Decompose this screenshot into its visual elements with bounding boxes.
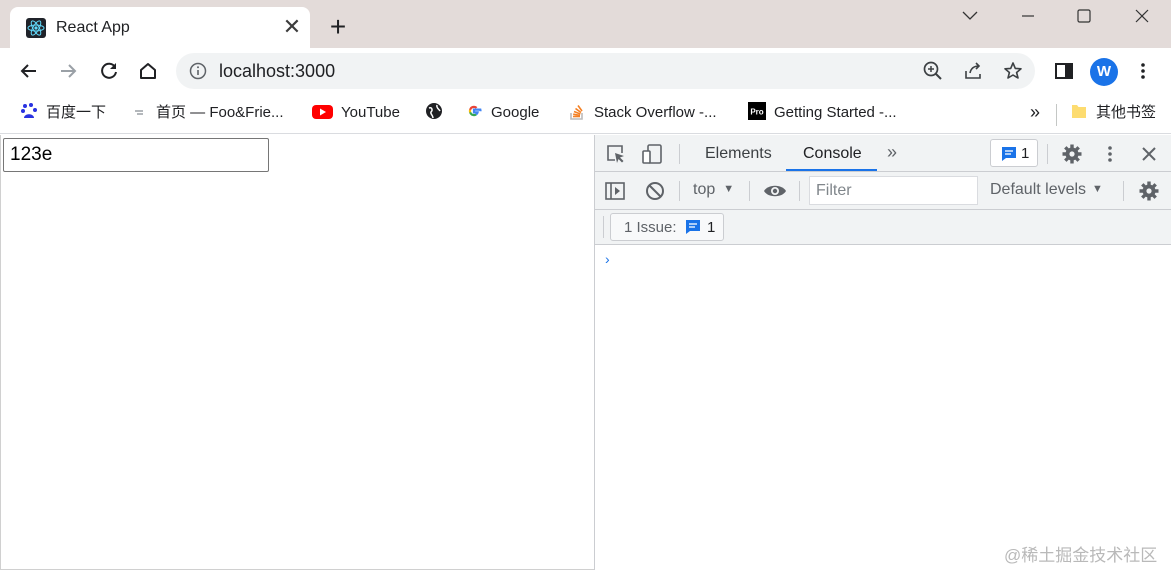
bookmark-stack-overflow[interactable]: Stack Overflow -... xyxy=(568,102,717,126)
react-icon xyxy=(26,18,46,38)
message-icon xyxy=(1001,146,1017,162)
bookmark-youtube[interactable]: YouTube xyxy=(312,102,400,126)
maximize-icon[interactable] xyxy=(1064,4,1104,28)
page-viewport xyxy=(0,135,594,570)
sidebar-toggle-icon[interactable] xyxy=(604,180,626,202)
window-close-icon[interactable] xyxy=(1122,4,1162,28)
bookmark-label: 百度一下 xyxy=(46,104,107,121)
bookmarks-divider xyxy=(1056,104,1057,126)
browser-toolbar: localhost:3000 W xyxy=(0,48,1171,94)
active-tab-indicator xyxy=(786,169,877,171)
reload-icon[interactable] xyxy=(94,56,124,86)
context-label: top xyxy=(693,181,716,198)
bookmark-star-icon[interactable] xyxy=(1002,60,1024,82)
separator xyxy=(1123,181,1124,201)
other-bookmarks-folder[interactable]: 其他书签 xyxy=(1070,102,1156,126)
google-icon xyxy=(465,102,483,120)
page-icon xyxy=(130,102,148,120)
bookmark-getting-started[interactable]: Pro Getting Started -... xyxy=(748,102,897,126)
title-bar: React App ✕ + xyxy=(0,0,1171,48)
inspect-element-icon[interactable] xyxy=(605,143,627,165)
caret-down-icon: ▼ xyxy=(1092,183,1103,195)
issues-counter-button[interactable]: 1 xyxy=(990,139,1038,167)
issues-button[interactable]: 1 Issue: 1 xyxy=(610,213,724,241)
folder-icon xyxy=(1070,102,1088,120)
baidu-icon xyxy=(20,102,38,120)
url-text[interactable]: localhost:3000 xyxy=(219,61,335,82)
bookmark-label: Google xyxy=(491,104,540,121)
tab-close-icon[interactable]: ✕ xyxy=(280,15,304,39)
issues-bar: 1 Issue: 1 xyxy=(595,210,1171,245)
separator xyxy=(1047,144,1048,164)
devtools-menu-icon[interactable] xyxy=(1099,143,1121,165)
bookmarks-bar: 百度一下 首页 — Foo&Frie... YouTube Google Sta… xyxy=(0,94,1171,134)
other-bookmarks-label: 其他书签 xyxy=(1096,104,1157,121)
separator xyxy=(603,216,604,238)
new-tab-button[interactable]: + xyxy=(324,13,352,42)
side-panel-icon[interactable] xyxy=(1049,56,1079,86)
back-arrow-icon[interactable] xyxy=(14,56,44,86)
globe-icon xyxy=(425,102,443,120)
bookmark-baidu[interactable]: 百度一下 xyxy=(20,102,106,126)
settings-gear-icon[interactable] xyxy=(1061,143,1083,165)
clear-console-icon[interactable] xyxy=(644,180,666,202)
text-input[interactable] xyxy=(3,138,269,172)
context-selector[interactable]: top ▼ xyxy=(693,181,734,199)
log-levels-dropdown[interactable]: Default levels ▼ xyxy=(990,181,1103,199)
svg-text:Pro: Pro xyxy=(750,108,763,117)
minimize-icon[interactable] xyxy=(1008,4,1048,28)
issues-count: 1 xyxy=(1021,145,1030,162)
tab-elements[interactable]: Elements xyxy=(705,145,772,163)
tab-title: React App xyxy=(56,19,130,36)
more-bookmarks-chevron[interactable]: » xyxy=(1030,102,1040,122)
console-filter-input[interactable] xyxy=(809,176,978,205)
issues-count: 1 xyxy=(707,219,716,236)
kebab-menu-icon[interactable] xyxy=(1128,56,1158,86)
bookmark-label: YouTube xyxy=(341,104,400,121)
devtools-tab-bar: Elements Console » 1 xyxy=(595,135,1171,172)
console-settings-gear-icon[interactable] xyxy=(1138,180,1160,202)
bookmark-foo-friends[interactable]: 首页 — Foo&Frie... xyxy=(130,102,284,126)
separator xyxy=(799,181,800,201)
home-icon[interactable] xyxy=(133,56,163,86)
watermark: @稀土掘金技术社区 xyxy=(1004,546,1158,565)
live-expression-eye-icon[interactable] xyxy=(763,180,786,202)
device-toolbar-icon[interactable] xyxy=(641,143,663,165)
bookmark-label: 首页 — Foo&Frie... xyxy=(156,104,284,121)
separator xyxy=(749,181,750,201)
devtools-panel: Elements Console » 1 top ▼ Filter Defaul… xyxy=(594,135,1171,570)
tab-console[interactable]: Console xyxy=(803,145,862,163)
bookmark-google[interactable]: Google xyxy=(465,102,539,126)
bookmark-label: Getting Started -... xyxy=(774,104,897,121)
issues-label: 1 Issue: xyxy=(624,219,677,236)
bookmark-globe[interactable] xyxy=(425,102,451,126)
message-icon xyxy=(685,219,703,237)
browser-tab[interactable]: React App ✕ xyxy=(10,7,310,48)
pro-icon: Pro xyxy=(748,102,766,120)
separator xyxy=(679,144,680,164)
log-levels-label: Default levels xyxy=(990,181,1087,198)
tab-search-chevron-icon[interactable] xyxy=(950,4,990,28)
console-toolbar: top ▼ Default levels ▼ xyxy=(595,172,1171,210)
zoom-icon[interactable] xyxy=(922,60,944,82)
console-prompt[interactable]: › xyxy=(605,251,610,267)
profile-avatar[interactable]: W xyxy=(1090,58,1118,86)
more-tabs-chevron-icon[interactable]: » xyxy=(887,142,897,163)
stackoverflow-icon xyxy=(568,102,586,120)
share-icon[interactable] xyxy=(962,60,984,82)
youtube-icon xyxy=(312,102,333,120)
address-bar[interactable]: localhost:3000 xyxy=(176,53,1035,89)
caret-down-icon: ▼ xyxy=(723,183,735,195)
close-devtools-icon[interactable] xyxy=(1138,143,1160,165)
bookmark-label: Stack Overflow -... xyxy=(594,104,717,121)
forward-arrow-icon[interactable] xyxy=(53,56,83,86)
site-info-icon[interactable] xyxy=(189,62,207,80)
separator xyxy=(679,181,680,201)
